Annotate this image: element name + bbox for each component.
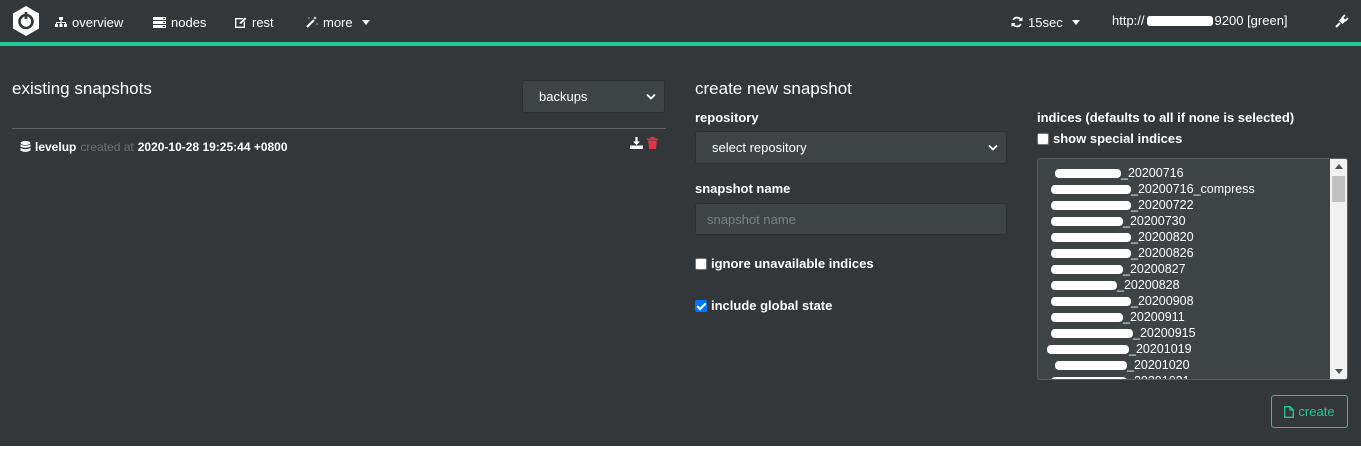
index-option[interactable]: _20200828 [1051, 277, 1331, 293]
existing-snapshots-title: existing snapshots [12, 79, 152, 98]
redacted-index-prefix [1051, 217, 1123, 226]
accent-divider [0, 42, 1361, 46]
snapshot-row-actions [630, 137, 658, 149]
index-option[interactable]: _20200716 [1051, 165, 1331, 181]
redacted-index-prefix [1051, 329, 1133, 338]
plug-icon[interactable] [1335, 14, 1349, 28]
top-navbar: overview nodes rest more 15sec http:// 9… [0, 0, 1361, 42]
redacted-index-prefix [1051, 249, 1131, 258]
index-option[interactable]: _20200827 [1051, 261, 1331, 277]
app-root: overview nodes rest more 15sec http:// 9… [0, 0, 1361, 446]
redacted-index-prefix [1051, 185, 1131, 194]
scroll-thumb[interactable] [1332, 176, 1345, 202]
index-option[interactable]: _20200908 [1051, 293, 1331, 309]
chevron-down-icon [361, 19, 370, 25]
magic-wand-icon [306, 16, 318, 28]
scroll-down-icon[interactable] [1335, 369, 1343, 374]
redacted-host [1146, 15, 1213, 26]
index-option[interactable]: _20200722 [1051, 197, 1331, 213]
restore-download-icon[interactable] [630, 137, 643, 149]
show-special-indices-option[interactable]: show special indices [1037, 131, 1182, 146]
redacted-index-prefix [1051, 377, 1127, 379]
nav-overview-label: overview [72, 14, 124, 30]
repository-select[interactable]: select repository [695, 131, 1007, 164]
chevron-down-icon [646, 93, 656, 100]
nav-overview[interactable]: overview [55, 13, 123, 31]
database-icon [20, 141, 31, 152]
include-global-state-checkbox[interactable] [695, 299, 707, 312]
include-global-state-label: include global state [711, 298, 833, 313]
redacted-index-prefix [1051, 313, 1123, 322]
redacted-index-prefix [1051, 201, 1131, 210]
file-icon [1284, 405, 1295, 418]
index-option[interactable]: _20201021 [1051, 373, 1331, 379]
nav-rest-label: rest [252, 14, 274, 30]
index-option[interactable]: _20201019 [1047, 341, 1331, 357]
trash-icon[interactable] [647, 137, 658, 149]
redacted-index-prefix [1051, 281, 1117, 290]
indices-label: indices (defaults to all if none is sele… [1037, 110, 1295, 125]
cluster-url-suffix: 9200 [green] [1214, 13, 1288, 28]
refresh-interval-label: 15sec [1028, 14, 1063, 30]
create-snapshot-button[interactable]: create [1271, 395, 1348, 428]
nav-more-dropdown[interactable]: more [306, 13, 370, 31]
create-button-label: create [1298, 404, 1335, 419]
cerebro-logo-icon[interactable] [11, 5, 41, 37]
create-snapshot-title: create new snapshot [695, 79, 852, 98]
index-option[interactable]: _20200716_compress [1051, 181, 1331, 197]
cluster-url-prefix: http:// [1112, 13, 1145, 28]
snapshot-created-time: 2020-10-28 19:25:44 +0800 [137, 140, 288, 154]
indices-scrollbar[interactable] [1330, 159, 1347, 379]
server-icon [153, 16, 166, 28]
index-option[interactable]: _20200826 [1051, 245, 1331, 261]
snapshot-name: levelup [35, 140, 77, 154]
repository-filter-value: backups [539, 89, 588, 104]
show-special-indices-checkbox[interactable] [1037, 132, 1049, 145]
refresh-interval-dropdown[interactable]: 15sec [1011, 13, 1080, 31]
include-global-state-option[interactable]: include global state [695, 298, 832, 313]
nav-rest[interactable]: rest [235, 13, 274, 31]
refresh-icon [1011, 16, 1023, 28]
redacted-index-prefix [1055, 361, 1127, 370]
ignore-unavailable-option[interactable]: ignore unavailable indices [695, 256, 874, 271]
scroll-up-icon[interactable] [1335, 164, 1343, 169]
redacted-index-prefix [1051, 297, 1131, 306]
chevron-down-icon [988, 144, 998, 151]
snapshots-divider [12, 128, 666, 129]
indices-multiselect[interactable]: _20200716 _20200716_compress _20200722 _202… [1037, 158, 1348, 380]
redacted-index-prefix [1055, 169, 1121, 178]
ignore-unavailable-label: ignore unavailable indices [711, 256, 874, 271]
redacted-index-prefix [1051, 265, 1123, 274]
snapshot-created-label: created at [80, 140, 134, 154]
nav-nodes-label: nodes [171, 14, 207, 30]
show-special-indices-label: show special indices [1053, 131, 1183, 146]
index-option[interactable]: _20200911 [1051, 309, 1331, 325]
index-option[interactable]: _20200820 [1051, 229, 1331, 245]
index-option[interactable]: _20200915 [1051, 325, 1331, 341]
edit-icon [235, 16, 247, 28]
redacted-index-prefix [1047, 345, 1129, 354]
repository-select-value: select repository [712, 140, 807, 155]
cluster-url[interactable]: http:// 9200 [green] [1112, 13, 1288, 28]
ignore-unavailable-checkbox[interactable] [695, 257, 707, 270]
nav-nodes[interactable]: nodes [153, 13, 206, 31]
snapshot-row: levelup created at 2020-10-28 19:25:44 +… [20, 139, 288, 155]
snapshot-name-input[interactable] [695, 203, 1007, 235]
indices-list: _20200716 _20200716_compress _20200722 _202… [1047, 165, 1331, 379]
repository-label: repository [695, 110, 759, 125]
index-option[interactable]: _20200730 [1051, 213, 1331, 229]
redacted-index-prefix [1051, 233, 1131, 242]
index-option[interactable]: _20201020 [1051, 357, 1331, 373]
sitemap-icon [55, 16, 67, 27]
repository-filter-select[interactable]: backups [522, 80, 665, 113]
snapshot-name-label: snapshot name [695, 181, 791, 196]
nav-more-label: more [323, 14, 353, 30]
chevron-down-icon [1071, 19, 1080, 25]
